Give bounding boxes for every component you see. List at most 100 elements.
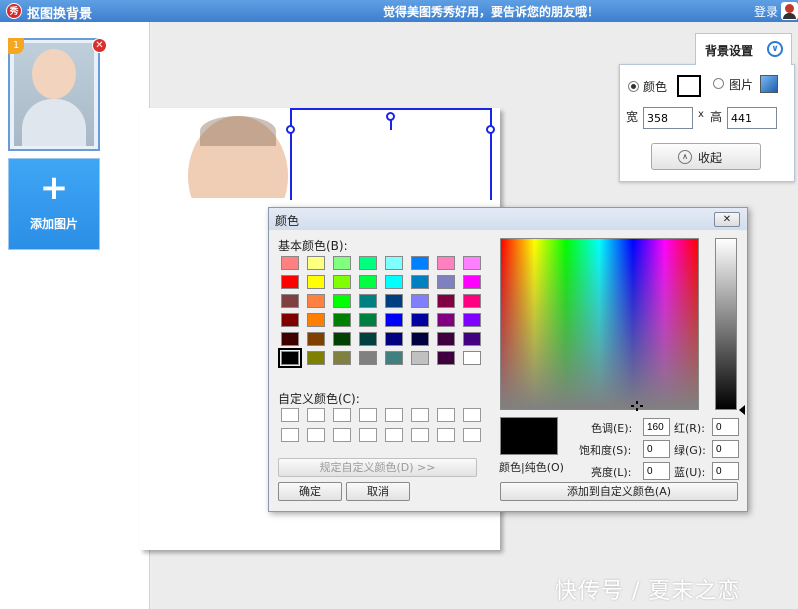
rotate-handle[interactable] bbox=[386, 112, 395, 121]
image-radio[interactable] bbox=[713, 78, 724, 89]
basic-color-swatch[interactable] bbox=[385, 313, 403, 327]
basic-color-swatch[interactable] bbox=[437, 294, 455, 308]
basic-color-swatch[interactable] bbox=[359, 351, 377, 365]
login-link[interactable]: 登录 bbox=[754, 3, 778, 20]
custom-color-swatch[interactable] bbox=[359, 428, 377, 442]
basic-color-swatch[interactable] bbox=[281, 275, 299, 289]
red-input[interactable] bbox=[712, 418, 739, 436]
basic-color-swatch[interactable] bbox=[385, 256, 403, 270]
selection-box[interactable] bbox=[290, 108, 492, 200]
custom-color-swatch[interactable] bbox=[281, 408, 299, 422]
remove-image-icon[interactable]: ✕ bbox=[92, 38, 107, 53]
basic-color-swatch[interactable] bbox=[359, 275, 377, 289]
basic-color-swatch[interactable] bbox=[281, 313, 299, 327]
basic-color-swatch[interactable] bbox=[281, 332, 299, 346]
basic-color-swatch[interactable] bbox=[281, 256, 299, 270]
basic-color-swatch[interactable] bbox=[359, 332, 377, 346]
basic-color-swatch[interactable] bbox=[411, 294, 429, 308]
hue-input[interactable] bbox=[643, 418, 670, 436]
basic-color-swatch[interactable] bbox=[385, 275, 403, 289]
basic-color-swatch[interactable] bbox=[411, 313, 429, 327]
green-label: 绿(G): bbox=[674, 444, 706, 457]
custom-color-swatch[interactable] bbox=[411, 408, 429, 422]
custom-color-swatch[interactable] bbox=[463, 428, 481, 442]
basic-color-swatch[interactable] bbox=[437, 275, 455, 289]
basic-color-swatch[interactable] bbox=[385, 294, 403, 308]
width-input[interactable] bbox=[643, 107, 693, 129]
collapse-button[interactable]: ∧ 收起 bbox=[651, 143, 761, 170]
custom-color-swatch[interactable] bbox=[281, 428, 299, 442]
luminance-arrow-icon[interactable] bbox=[739, 405, 745, 415]
basic-color-swatch[interactable] bbox=[333, 332, 351, 346]
custom-color-swatch[interactable] bbox=[333, 408, 351, 422]
color-radio[interactable] bbox=[628, 81, 639, 92]
basic-color-swatch[interactable] bbox=[411, 351, 429, 365]
basic-color-swatch[interactable] bbox=[307, 275, 325, 289]
basic-color-swatch[interactable] bbox=[333, 313, 351, 327]
custom-color-swatch[interactable] bbox=[307, 428, 325, 442]
basic-color-swatch[interactable] bbox=[463, 351, 481, 365]
close-icon[interactable]: ✕ bbox=[714, 212, 740, 227]
image-thumbnail[interactable]: 1 ✕ bbox=[8, 38, 107, 151]
custom-color-swatch[interactable] bbox=[307, 408, 325, 422]
picture-icon[interactable] bbox=[760, 75, 778, 93]
basic-color-swatch[interactable] bbox=[307, 256, 325, 270]
basic-color-swatch[interactable] bbox=[333, 351, 351, 365]
basic-color-swatch[interactable] bbox=[411, 256, 429, 270]
basic-color-swatch[interactable] bbox=[463, 294, 481, 308]
custom-color-swatch[interactable] bbox=[385, 408, 403, 422]
luminance-input[interactable] bbox=[643, 462, 670, 480]
basic-color-swatch[interactable] bbox=[463, 313, 481, 327]
green-input[interactable] bbox=[712, 440, 739, 458]
basic-color-swatch[interactable] bbox=[333, 275, 351, 289]
basic-color-swatch[interactable] bbox=[385, 332, 403, 346]
basic-color-swatch[interactable] bbox=[385, 351, 403, 365]
user-avatar-icon[interactable] bbox=[781, 2, 798, 20]
ok-button[interactable]: 确定 bbox=[278, 482, 342, 501]
chevron-down-icon[interactable]: ∨ bbox=[767, 41, 783, 57]
add-to-custom-colors-button[interactable]: 添加到自定义颜色(A) bbox=[500, 482, 738, 501]
custom-color-swatch[interactable] bbox=[463, 408, 481, 422]
custom-color-swatch[interactable] bbox=[411, 428, 429, 442]
basic-color-swatch[interactable] bbox=[278, 348, 302, 368]
blue-input[interactable] bbox=[712, 462, 739, 480]
cancel-button[interactable]: 取消 bbox=[346, 482, 410, 501]
basic-color-swatch[interactable] bbox=[333, 256, 351, 270]
custom-color-swatch[interactable] bbox=[385, 428, 403, 442]
background-settings-tab[interactable]: 背景设置 ∨ bbox=[695, 33, 792, 65]
basic-color-swatch[interactable] bbox=[333, 294, 351, 308]
basic-color-swatch[interactable] bbox=[463, 256, 481, 270]
basic-color-swatch[interactable] bbox=[437, 313, 455, 327]
dialog-title-bar[interactable]: 颜色 ✕ bbox=[269, 208, 747, 230]
basic-color-swatch[interactable] bbox=[307, 294, 325, 308]
basic-color-swatch[interactable] bbox=[307, 313, 325, 327]
basic-color-swatch[interactable] bbox=[411, 275, 429, 289]
color-spectrum[interactable] bbox=[500, 238, 699, 410]
custom-color-swatch[interactable] bbox=[437, 408, 455, 422]
luminance-slider[interactable] bbox=[715, 238, 737, 410]
custom-color-swatch[interactable] bbox=[333, 428, 351, 442]
resize-handle-top-right[interactable] bbox=[486, 125, 495, 134]
basic-color-swatch[interactable] bbox=[437, 351, 455, 365]
image-sidebar: 1 ✕ + 添加图片 bbox=[0, 22, 150, 609]
basic-color-swatch[interactable] bbox=[359, 313, 377, 327]
basic-color-swatch[interactable] bbox=[281, 294, 299, 308]
saturation-input[interactable] bbox=[643, 440, 670, 458]
basic-color-swatch[interactable] bbox=[437, 256, 455, 270]
define-custom-colors-button[interactable]: 规定自定义颜色(D) >> bbox=[278, 458, 477, 477]
basic-color-swatch[interactable] bbox=[307, 351, 325, 365]
basic-color-swatch[interactable] bbox=[463, 275, 481, 289]
background-color-swatch[interactable] bbox=[677, 75, 701, 97]
custom-color-swatch[interactable] bbox=[437, 428, 455, 442]
basic-color-swatch[interactable] bbox=[463, 332, 481, 346]
resize-handle-top-left[interactable] bbox=[286, 125, 295, 134]
basic-color-swatch[interactable] bbox=[411, 332, 429, 346]
custom-color-swatch[interactable] bbox=[359, 408, 377, 422]
basic-color-swatch[interactable] bbox=[307, 332, 325, 346]
basic-color-swatch[interactable] bbox=[359, 294, 377, 308]
thumbnail-number-badge: 1 bbox=[8, 38, 24, 54]
basic-color-swatch[interactable] bbox=[437, 332, 455, 346]
height-input[interactable] bbox=[727, 107, 777, 129]
add-image-button[interactable]: + 添加图片 bbox=[8, 158, 100, 250]
basic-color-swatch[interactable] bbox=[359, 256, 377, 270]
